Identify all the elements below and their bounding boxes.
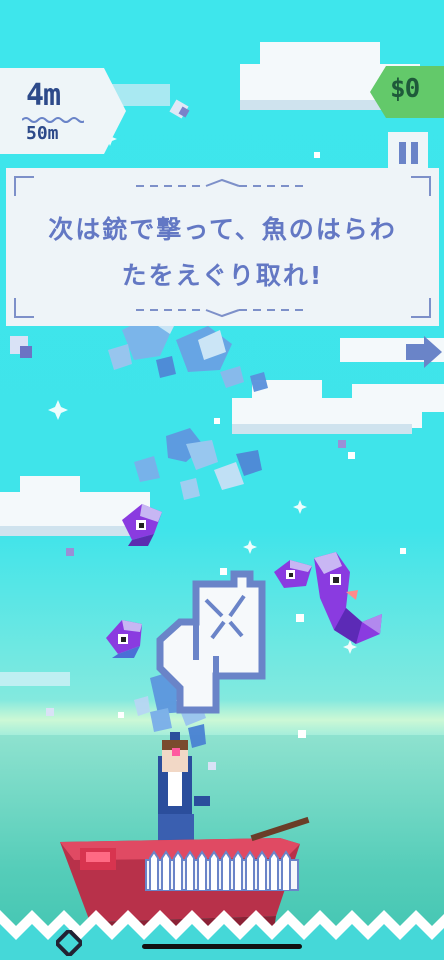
current-depth: 4m	[26, 78, 61, 113]
tutorial-message-box[interactable]: 次は銃で撃って、魚のはらわ たをえぐり取れ!	[6, 168, 439, 326]
fish-small-left[interactable]	[118, 500, 166, 548]
max-depth: 50m	[26, 123, 59, 144]
tutorial-text-line-1: 次は銃で撃って、魚のはらわ	[48, 215, 397, 244]
anchor-icon[interactable]	[56, 930, 82, 956]
pause-icon	[399, 142, 406, 164]
money-amount: $0	[390, 74, 420, 104]
white-picket-fence	[145, 850, 299, 891]
next-arrow-icon[interactable]	[404, 334, 444, 370]
fish-large-right[interactable]	[306, 548, 388, 648]
game-scene[interactable]: 4m 50m $0 次は銃で撃って、魚のはらわ たをえぐり取れ!	[0, 0, 444, 960]
tap-gesture-icon	[156, 570, 266, 714]
tutorial-text-line-2: たをえぐり取れ!	[121, 261, 324, 290]
depth-counter-panel	[0, 68, 126, 154]
ornament-top	[136, 178, 309, 187]
fish-small-low[interactable]	[102, 614, 148, 660]
home-indicator[interactable]	[142, 944, 302, 949]
fisherman	[158, 732, 210, 854]
ornament-bottom	[136, 309, 309, 318]
